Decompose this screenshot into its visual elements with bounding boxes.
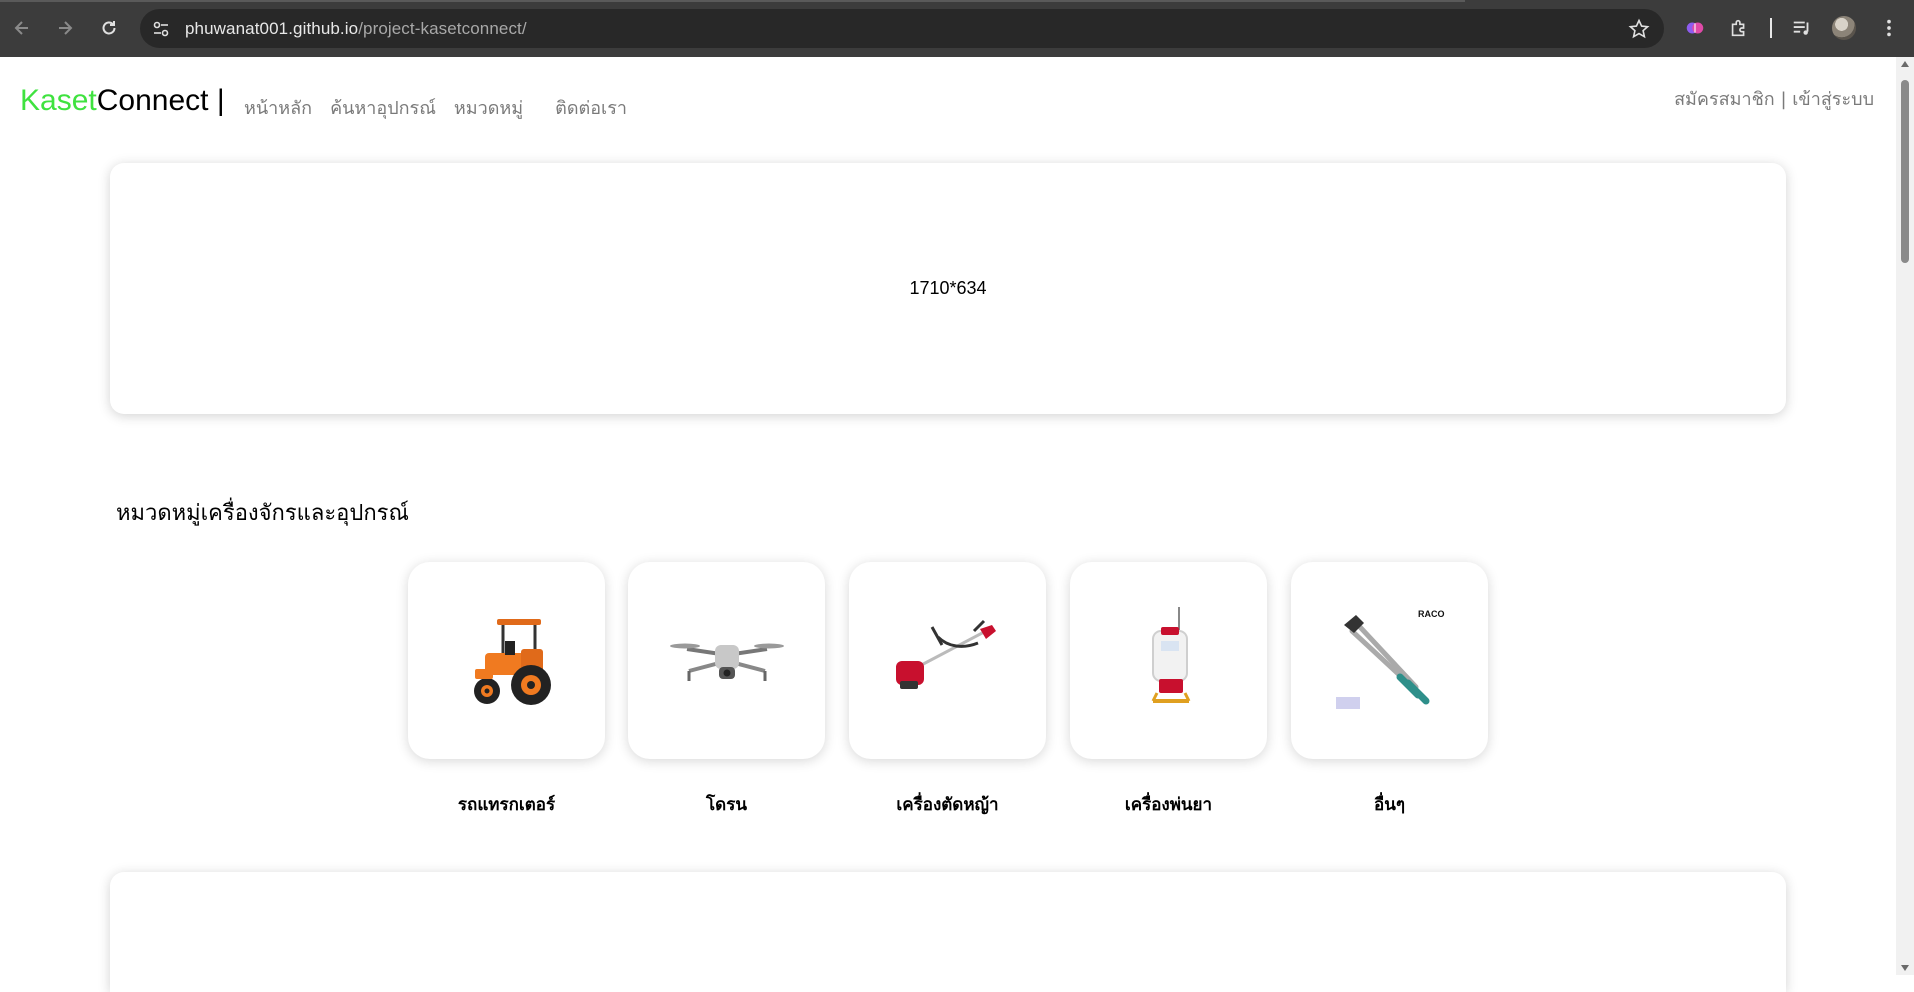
- scrollbar-thumb[interactable]: [1901, 80, 1909, 263]
- extension-brain-icon[interactable]: [1682, 15, 1708, 41]
- bookmark-star-icon[interactable]: [1628, 18, 1650, 40]
- nav-search[interactable]: ค้นหาอุปกรณ์: [330, 93, 436, 122]
- login-link[interactable]: เข้าสู่ระบบ: [1792, 89, 1874, 110]
- scroll-down-arrow-icon[interactable]: [1901, 965, 1909, 971]
- bottom-section-panel: [110, 872, 1786, 992]
- reload-icon: [102, 21, 116, 35]
- extensions-puzzle-icon[interactable]: [1726, 15, 1752, 41]
- category-card-tractor[interactable]: [408, 562, 605, 759]
- site-logo[interactable]: KasetConnect |: [20, 84, 225, 118]
- pruning-shears-icon: RACO: [1335, 609, 1445, 709]
- brand-connect: Connect: [96, 84, 209, 117]
- arrow-right-icon: [59, 21, 73, 35]
- register-link[interactable]: สมัครสมาชิก: [1674, 89, 1775, 110]
- category-label[interactable]: เครื่องพ่นยา: [1070, 791, 1267, 818]
- address-bar[interactable]: phuwanat001.github.io/project-kasetconne…: [140, 9, 1664, 48]
- site-settings-icon[interactable]: [150, 18, 172, 40]
- category-label[interactable]: รถแทรกเตอร์: [408, 791, 605, 818]
- main-nav: หน้าหลัก ค้นหาอุปกรณ์ หมวดหมู่ ติดต่อเรา: [244, 93, 645, 122]
- nav-categories[interactable]: หมวดหมู่: [454, 93, 523, 122]
- hero-placeholder-text: 1710*634: [909, 278, 987, 298]
- category-card-drone[interactable]: [628, 562, 825, 759]
- profile-avatar[interactable]: [1832, 16, 1856, 40]
- category-card-other[interactable]: RACO: [1291, 562, 1488, 759]
- hero-banner: 1710*634: [110, 163, 1786, 414]
- reload-button[interactable]: [94, 13, 124, 43]
- sprayer-icon: [1151, 606, 1190, 703]
- category-label[interactable]: โดรน: [628, 791, 825, 818]
- category-label[interactable]: อื่นๆ: [1291, 791, 1488, 818]
- url-path: /project-kasetconnect/: [358, 19, 527, 38]
- tractor-icon: [473, 618, 551, 705]
- media-queue-icon[interactable]: [1789, 15, 1815, 41]
- url-text[interactable]: phuwanat001.github.io/project-kasetconne…: [185, 19, 527, 39]
- category-label[interactable]: เครื่องตัดหญ้า: [849, 791, 1046, 818]
- category-card-grass-trimmer[interactable]: [849, 562, 1046, 759]
- tab-strip-edge: [0, 0, 1465, 2]
- brand-kaset: Kaset: [20, 84, 97, 117]
- forward-button[interactable]: [50, 13, 80, 43]
- menu-kebab-icon[interactable]: [1876, 15, 1902, 41]
- grass-trimmer-icon: [895, 619, 996, 689]
- arrow-left-icon: [14, 21, 28, 35]
- auth-separator: |: [1780, 89, 1787, 110]
- drone-icon: [669, 643, 784, 681]
- scroll-up-arrow-icon[interactable]: [1901, 61, 1909, 67]
- nav-contact[interactable]: ติดต่อเรา: [555, 93, 627, 122]
- url-host: phuwanat001.github.io: [185, 19, 359, 38]
- browser-toolbar: phuwanat001.github.io/project-kasetconne…: [0, 0, 1914, 57]
- brand-separator: |: [216, 84, 225, 117]
- svg-text:RACO: RACO: [1418, 609, 1445, 619]
- nav-home[interactable]: หน้าหลัก: [244, 93, 312, 122]
- categories-title: หมวดหมู่เครื่องจักรและอุปกรณ์: [116, 501, 409, 526]
- toolbar-separator: [1770, 18, 1772, 38]
- page-scrollbar[interactable]: [1896, 57, 1914, 975]
- page-viewport: KasetConnect | หน้าหลัก ค้นหาอุปกรณ์ หมว…: [0, 57, 1896, 992]
- category-card-sprayer[interactable]: [1070, 562, 1267, 759]
- auth-links: สมัครสมาชิก | เข้าสู่ระบบ: [1674, 84, 1874, 113]
- back-button[interactable]: [7, 13, 37, 43]
